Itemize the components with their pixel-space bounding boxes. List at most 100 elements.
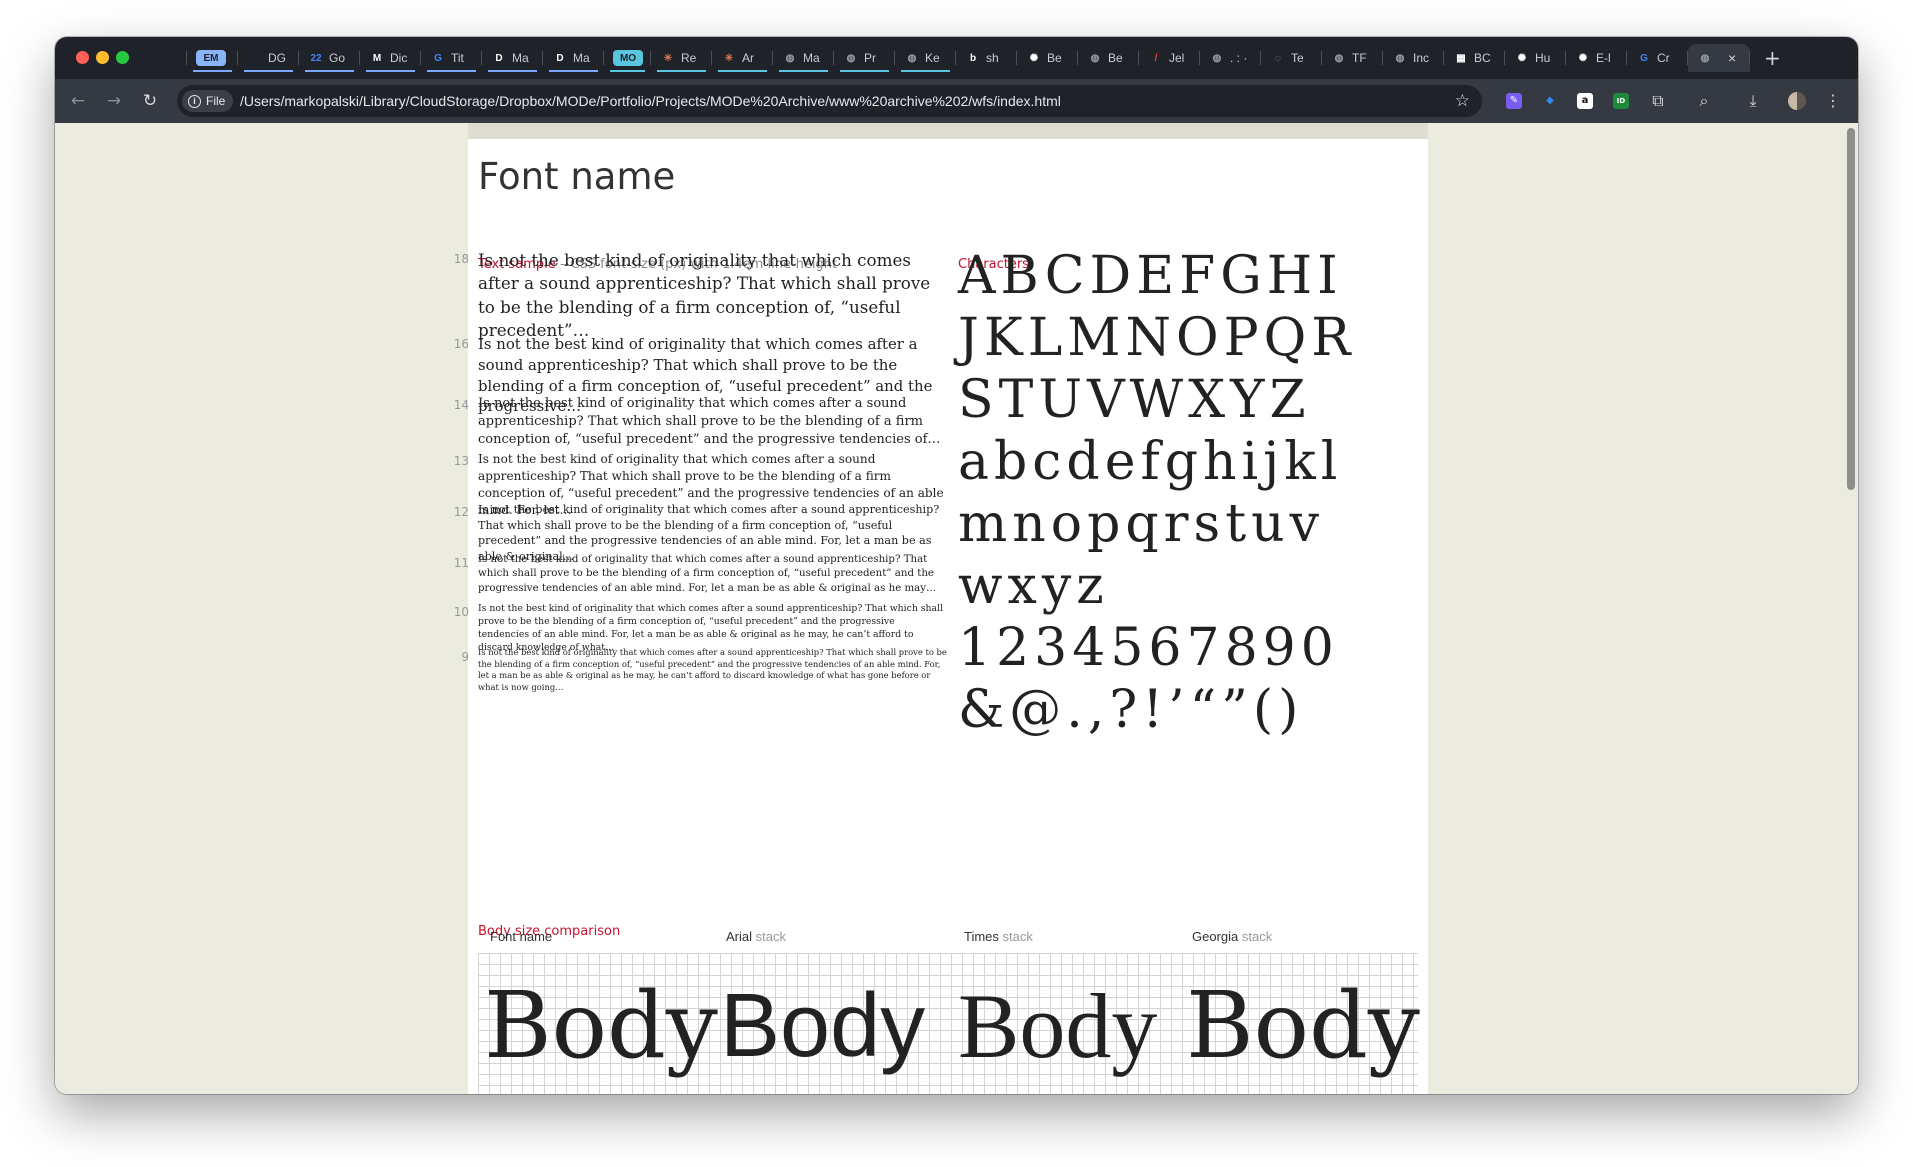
tab-title: Re (681, 51, 697, 65)
tab-title: E-l (1596, 51, 1611, 65)
info-icon: i (188, 94, 201, 108)
tab-title: Be (1108, 51, 1123, 65)
browser-tab[interactable]: ◍ Pr (834, 44, 895, 72)
character-row: ABCDEFGHI (958, 246, 1343, 306)
browser-tab[interactable]: 22 Go (299, 44, 360, 72)
scrollbar[interactable] (1843, 123, 1858, 1094)
tab-bar: EM DG 22 Go M Dic G Tit D Ma D Ma MO ✳ Re ✳ Ar ◍ Ma ◍ Pr ◍ Ke b… (55, 37, 1858, 79)
bookmark-star-icon[interactable]: ☆ (1455, 90, 1470, 112)
browser-tab[interactable]: ✺ Be (1017, 44, 1078, 72)
browser-tab[interactable]: ✳ Ar (712, 44, 773, 72)
tab-title: Jel (1169, 51, 1185, 65)
sketch-gem-icon (160, 50, 176, 66)
characters-block: ABCDEFGHI JKLMNOPQR STUVWXYZ abcdefghijkl mn… (958, 245, 1408, 741)
browser-tab[interactable]: ◍ Be (1078, 44, 1139, 72)
browser-window: EM DG 22 Go M Dic G Tit D Ma D Ma MO ✳ Re ✳ Ar ◍ Ma ◍ Pr ◍ Ke b… (55, 37, 1858, 1094)
character-row: wxyz (958, 556, 1109, 616)
d-icon: D (495, 52, 503, 64)
extension-sketch-icon[interactable]: ◆ (1542, 93, 1558, 109)
body-sample-word: Body (958, 975, 1158, 1077)
comparison-column-header: Times stack (964, 929, 1033, 944)
tab-title: DG (268, 51, 286, 65)
browser-tab[interactable]: ◍ Inc (1383, 44, 1444, 72)
google-g-icon: G (1640, 52, 1648, 64)
comparison-font-name: Georgia (1192, 929, 1239, 944)
globe-icon: ◍ (846, 52, 856, 64)
url-text[interactable]: /Users/markopalski/Library/CloudStorage/… (240, 85, 1061, 117)
character-row: abcdefghijkl (958, 432, 1343, 492)
globe-icon: ◍ (1700, 52, 1710, 64)
browser-tab[interactable]: D Ma (482, 44, 543, 72)
browser-tab[interactable]: ◌ Te (1261, 44, 1322, 72)
scrollbar-thumb[interactable] (1847, 128, 1855, 490)
font-size-number: 13 (453, 454, 469, 468)
browser-tab[interactable]: M Dic (360, 44, 421, 72)
forward-icon[interactable]: → (103, 90, 125, 112)
browser-tab[interactable]: ◍ × (1688, 44, 1750, 72)
browser-tab[interactable]: G Tit (421, 44, 482, 72)
comparison-column-header: Georgia stack (1192, 929, 1272, 944)
browser-tab[interactable]: G Cr (1627, 44, 1688, 72)
tab-title: Pr (864, 51, 876, 65)
calendar-icon: 22 (310, 52, 322, 64)
maximize-window-button[interactable] (116, 51, 129, 64)
tab-title: Ar (742, 51, 754, 65)
minimize-window-button[interactable] (96, 51, 109, 64)
extension-notes-icon[interactable]: ✎ (1506, 93, 1522, 109)
globe-icon: ◍ (1395, 52, 1405, 64)
browser-tab[interactable]: ▦ BC (1444, 44, 1505, 72)
comparison-column-header: Arial stack (726, 929, 786, 944)
tab-strip: EM DG 22 Go M Dic G Tit D Ma D Ma MO ✳ Re ✳ Ar ◍ Ma ◍ Pr ◍ Ke b… (151, 44, 1781, 72)
browser-tab[interactable]: / Jel (1139, 44, 1200, 72)
browser-tab[interactable]: b sh (956, 44, 1017, 72)
globe-icon: ◍ (1334, 52, 1344, 64)
browser-tab[interactable]: D Ma (543, 44, 604, 72)
reload-icon[interactable]: ↻ (139, 90, 161, 112)
profile-avatar[interactable] (1788, 92, 1806, 110)
font-size-number: 12 (453, 505, 469, 519)
page-viewport: Font name Text sample – CSS font-size (p… (55, 123, 1858, 1094)
tab-title: Tit (451, 51, 464, 65)
toolbar: ← → ↻ i File /Users/markopalski/Library/… (55, 79, 1858, 123)
globe-icon: ◍ (1090, 52, 1100, 64)
tab-title: Inc (1413, 51, 1430, 65)
tab-title: BC (1474, 51, 1491, 65)
browser-tab[interactable]: ◍ . : · (1200, 44, 1261, 72)
browser-tab[interactable]: ✺ E-l (1566, 44, 1627, 72)
sample-paragraph: Is not the best kind of originality that… (478, 647, 947, 693)
menu-kebab-icon[interactable]: ⋮ (1823, 91, 1843, 111)
extension-a-icon[interactable]: a (1577, 93, 1593, 109)
site-info-chip[interactable]: i File (182, 90, 234, 112)
browser-tab[interactable] (151, 44, 187, 72)
browser-tab[interactable]: DG (238, 44, 299, 72)
extensions-puzzle-icon[interactable]: ⧉ (1648, 91, 1668, 111)
openai-icon: ✺ (1517, 52, 1527, 64)
specimen-page: Font name Text sample – CSS font-size (p… (454, 123, 1428, 1094)
browser-tab[interactable]: MO (604, 44, 651, 72)
download-icon[interactable]: ⤓ (1743, 91, 1763, 111)
extension-green-icon[interactable]: ID (1613, 93, 1629, 109)
top-strip (468, 123, 1428, 139)
claude-icon: ✳ (724, 52, 734, 64)
address-bar[interactable]: i File /Users/markopalski/Library/CloudS… (177, 85, 1482, 117)
browser-tab[interactable]: ◍ TF (1322, 44, 1383, 72)
globe-icon: ◍ (907, 52, 917, 64)
close-window-button[interactable] (76, 51, 89, 64)
back-icon[interactable]: ← (67, 90, 89, 112)
comparison-font-name: Font name (490, 929, 553, 944)
globe-icon: ◍ (785, 52, 795, 64)
close-tab-icon[interactable]: × (1728, 50, 1736, 66)
globe-icon: ◍ (1212, 52, 1222, 64)
openai-icon: ✺ (1578, 52, 1588, 64)
tab-title: Te (1291, 51, 1304, 65)
tab-title: Dic (390, 51, 408, 65)
browser-tab[interactable]: ✺ Hu (1505, 44, 1566, 72)
tab-search-icon[interactable]: ⌕ (1694, 91, 1714, 111)
spinner-icon: ◌ (1275, 52, 1281, 64)
site-info-label: File (206, 94, 226, 108)
browser-tab[interactable]: EM (187, 44, 238, 72)
new-tab-button[interactable]: + (1764, 44, 1781, 72)
browser-tab[interactable]: ✳ Re (651, 44, 712, 72)
browser-tab[interactable]: ◍ Ma (773, 44, 834, 72)
browser-tab[interactable]: ◍ Ke (895, 44, 956, 72)
